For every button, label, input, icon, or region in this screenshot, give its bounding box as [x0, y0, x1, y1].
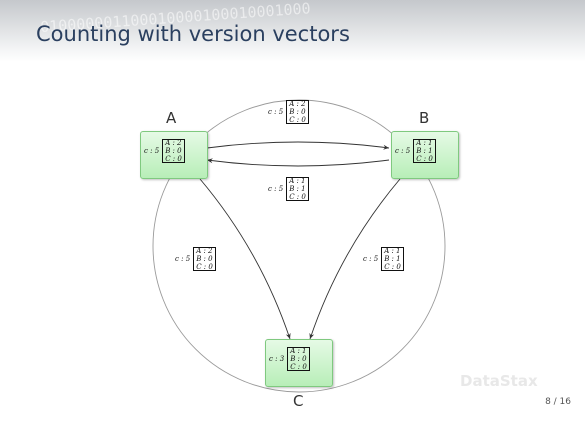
edge-a-to-b-count: c : 5	[268, 108, 284, 116]
edge-b-to-c-row: C : 0	[384, 263, 401, 271]
edge-a-to-c-matrix: A : 2 B : 0 C : 0	[193, 247, 216, 271]
node-b-matrix: A : 1 B : 1 C : 0	[413, 139, 436, 163]
edge-a-to-b-row: C : 0	[289, 116, 306, 124]
node-a-row: C : 0	[165, 155, 182, 163]
node-c-row: C : 0	[290, 363, 307, 371]
node-a-count: c : 5	[144, 147, 160, 155]
node-a-label: A	[166, 109, 177, 127]
node-b-vector: c : 5 A : 1 B : 1 C : 0	[395, 139, 436, 163]
edge-b-to-a-row: A : 1	[289, 177, 306, 185]
edge-a-to-c-row: B : 0	[196, 255, 213, 263]
edge-b-to-a-row: C : 0	[289, 193, 306, 201]
edge-a-to-c-label: c : 5 A : 2 B : 0 C : 0	[175, 247, 216, 271]
edge-b-to-a-matrix: A : 1 B : 1 C : 0	[286, 177, 309, 201]
node-a: c : 5 A : 2 B : 0 C : 0	[140, 131, 208, 179]
node-c: c : 3 A : 1 B : 0 C : 0	[265, 339, 333, 387]
node-c-matrix: A : 1 B : 0 C : 0	[287, 347, 310, 371]
edge-a-to-b	[206, 141, 390, 150]
node-c-row: A : 1	[290, 347, 307, 355]
edge-a-to-b-row: A : 2	[289, 100, 306, 108]
node-c-row: B : 0	[290, 355, 307, 363]
edge-b-to-c-row: A : 1	[384, 247, 401, 255]
node-a-vector: c : 5 A : 2 B : 0 C : 0	[144, 139, 185, 163]
edge-b-to-a-row: B : 1	[289, 185, 306, 193]
node-a-row: A : 2	[165, 139, 182, 147]
slide: 010000001100010000100010001000 Counting …	[0, 0, 585, 421]
node-b-row: A : 1	[416, 139, 433, 147]
page-number: 8 / 16	[545, 397, 571, 407]
edge-a-to-b-matrix: A : 2 B : 0 C : 0	[286, 100, 309, 124]
node-a-matrix: A : 2 B : 0 C : 0	[162, 139, 185, 163]
edge-a-to-c-row: A : 2	[196, 247, 213, 255]
node-c-vector: c : 3 A : 1 B : 0 C : 0	[269, 347, 310, 371]
node-b-label: B	[419, 109, 430, 127]
edge-b-to-c-matrix: A : 1 B : 1 C : 0	[381, 247, 404, 271]
node-c-count: c : 3	[269, 355, 285, 363]
edge-a-to-b-label: c : 5 A : 2 B : 0 C : 0	[268, 100, 309, 124]
edge-a-to-b-row: B : 0	[289, 108, 306, 116]
edge-b-to-a-label: c : 5 A : 1 B : 1 C : 0	[268, 177, 309, 201]
edge-b-to-a	[206, 158, 390, 167]
node-b-row: B : 1	[416, 147, 433, 155]
node-c-label: C	[293, 392, 304, 410]
node-a-row: B : 0	[165, 147, 182, 155]
datastax-watermark: DataStax	[460, 372, 538, 390]
edge-a-to-c-count: c : 5	[175, 255, 191, 263]
node-b-row: C : 0	[416, 155, 433, 163]
node-b: c : 5 A : 1 B : 1 C : 0	[391, 131, 459, 179]
edge-b-to-c-count: c : 5	[363, 255, 379, 263]
edge-b-to-a-count: c : 5	[268, 185, 284, 193]
node-b-count: c : 5	[395, 147, 411, 155]
edge-b-to-c-row: B : 1	[384, 255, 401, 263]
edge-a-to-c-row: C : 0	[196, 263, 213, 271]
edge-b-to-c-label: c : 5 A : 1 B : 1 C : 0	[363, 247, 404, 271]
